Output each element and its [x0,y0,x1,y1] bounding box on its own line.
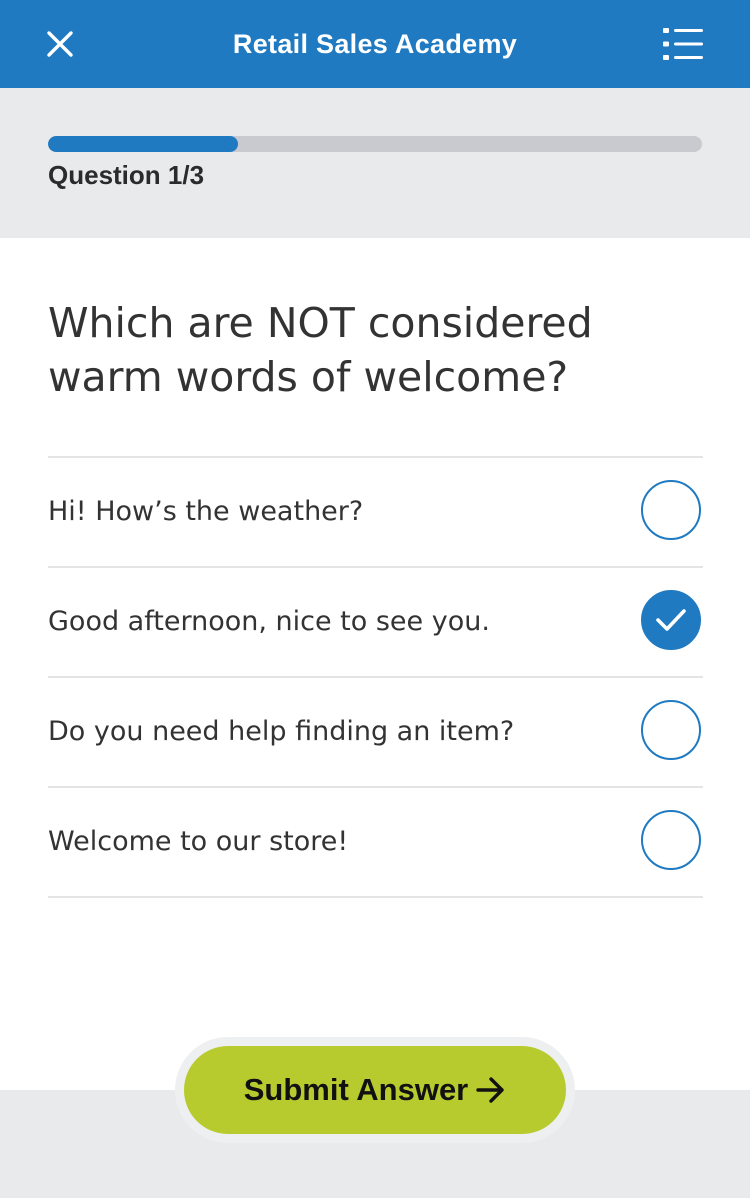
answer-checkbox[interactable] [641,810,701,870]
answer-option[interactable]: Welcome to our store! [48,788,703,898]
answer-option-label: Welcome to our store! [48,826,349,857]
answer-option[interactable]: Hi! How’s the weather? [48,458,703,568]
answer-options: Hi! How’s the weather? Good afternoon, n… [48,456,703,898]
answer-option-label: Hi! How’s the weather? [48,496,364,527]
progress-bar-fill [48,136,238,152]
answer-option-label: Do you need help finding an item? [48,716,515,747]
close-button[interactable] [38,22,82,66]
question-text: Which are NOT considered warm words of w… [48,299,593,401]
checkmark-icon [656,609,686,631]
answer-option[interactable]: Good afternoon, nice to see you. [48,568,703,678]
app-title: Retail Sales Academy [232,28,518,59]
question-counter: Question 1/3 [48,160,205,190]
answer-checkbox[interactable] [641,700,701,760]
lesson-menu-button[interactable] [656,22,710,66]
arrow-right-icon [476,1077,506,1103]
answer-checkbox-checked[interactable] [641,590,701,650]
answer-checkbox[interactable] [641,480,701,540]
answer-option[interactable]: Do you need help finding an item? [48,678,703,788]
progress-section: Question 1/3 [0,88,750,238]
close-icon [47,31,73,57]
submit-answer-label: Submit Answer [243,1072,469,1107]
answer-option-label: Good afternoon, nice to see you. [48,606,490,637]
progress-bar [48,136,702,152]
top-app-bar: Retail Sales Academy [0,0,750,88]
submit-answer-button[interactable]: Submit Answer [184,1046,566,1134]
list-menu-icon [663,28,703,60]
